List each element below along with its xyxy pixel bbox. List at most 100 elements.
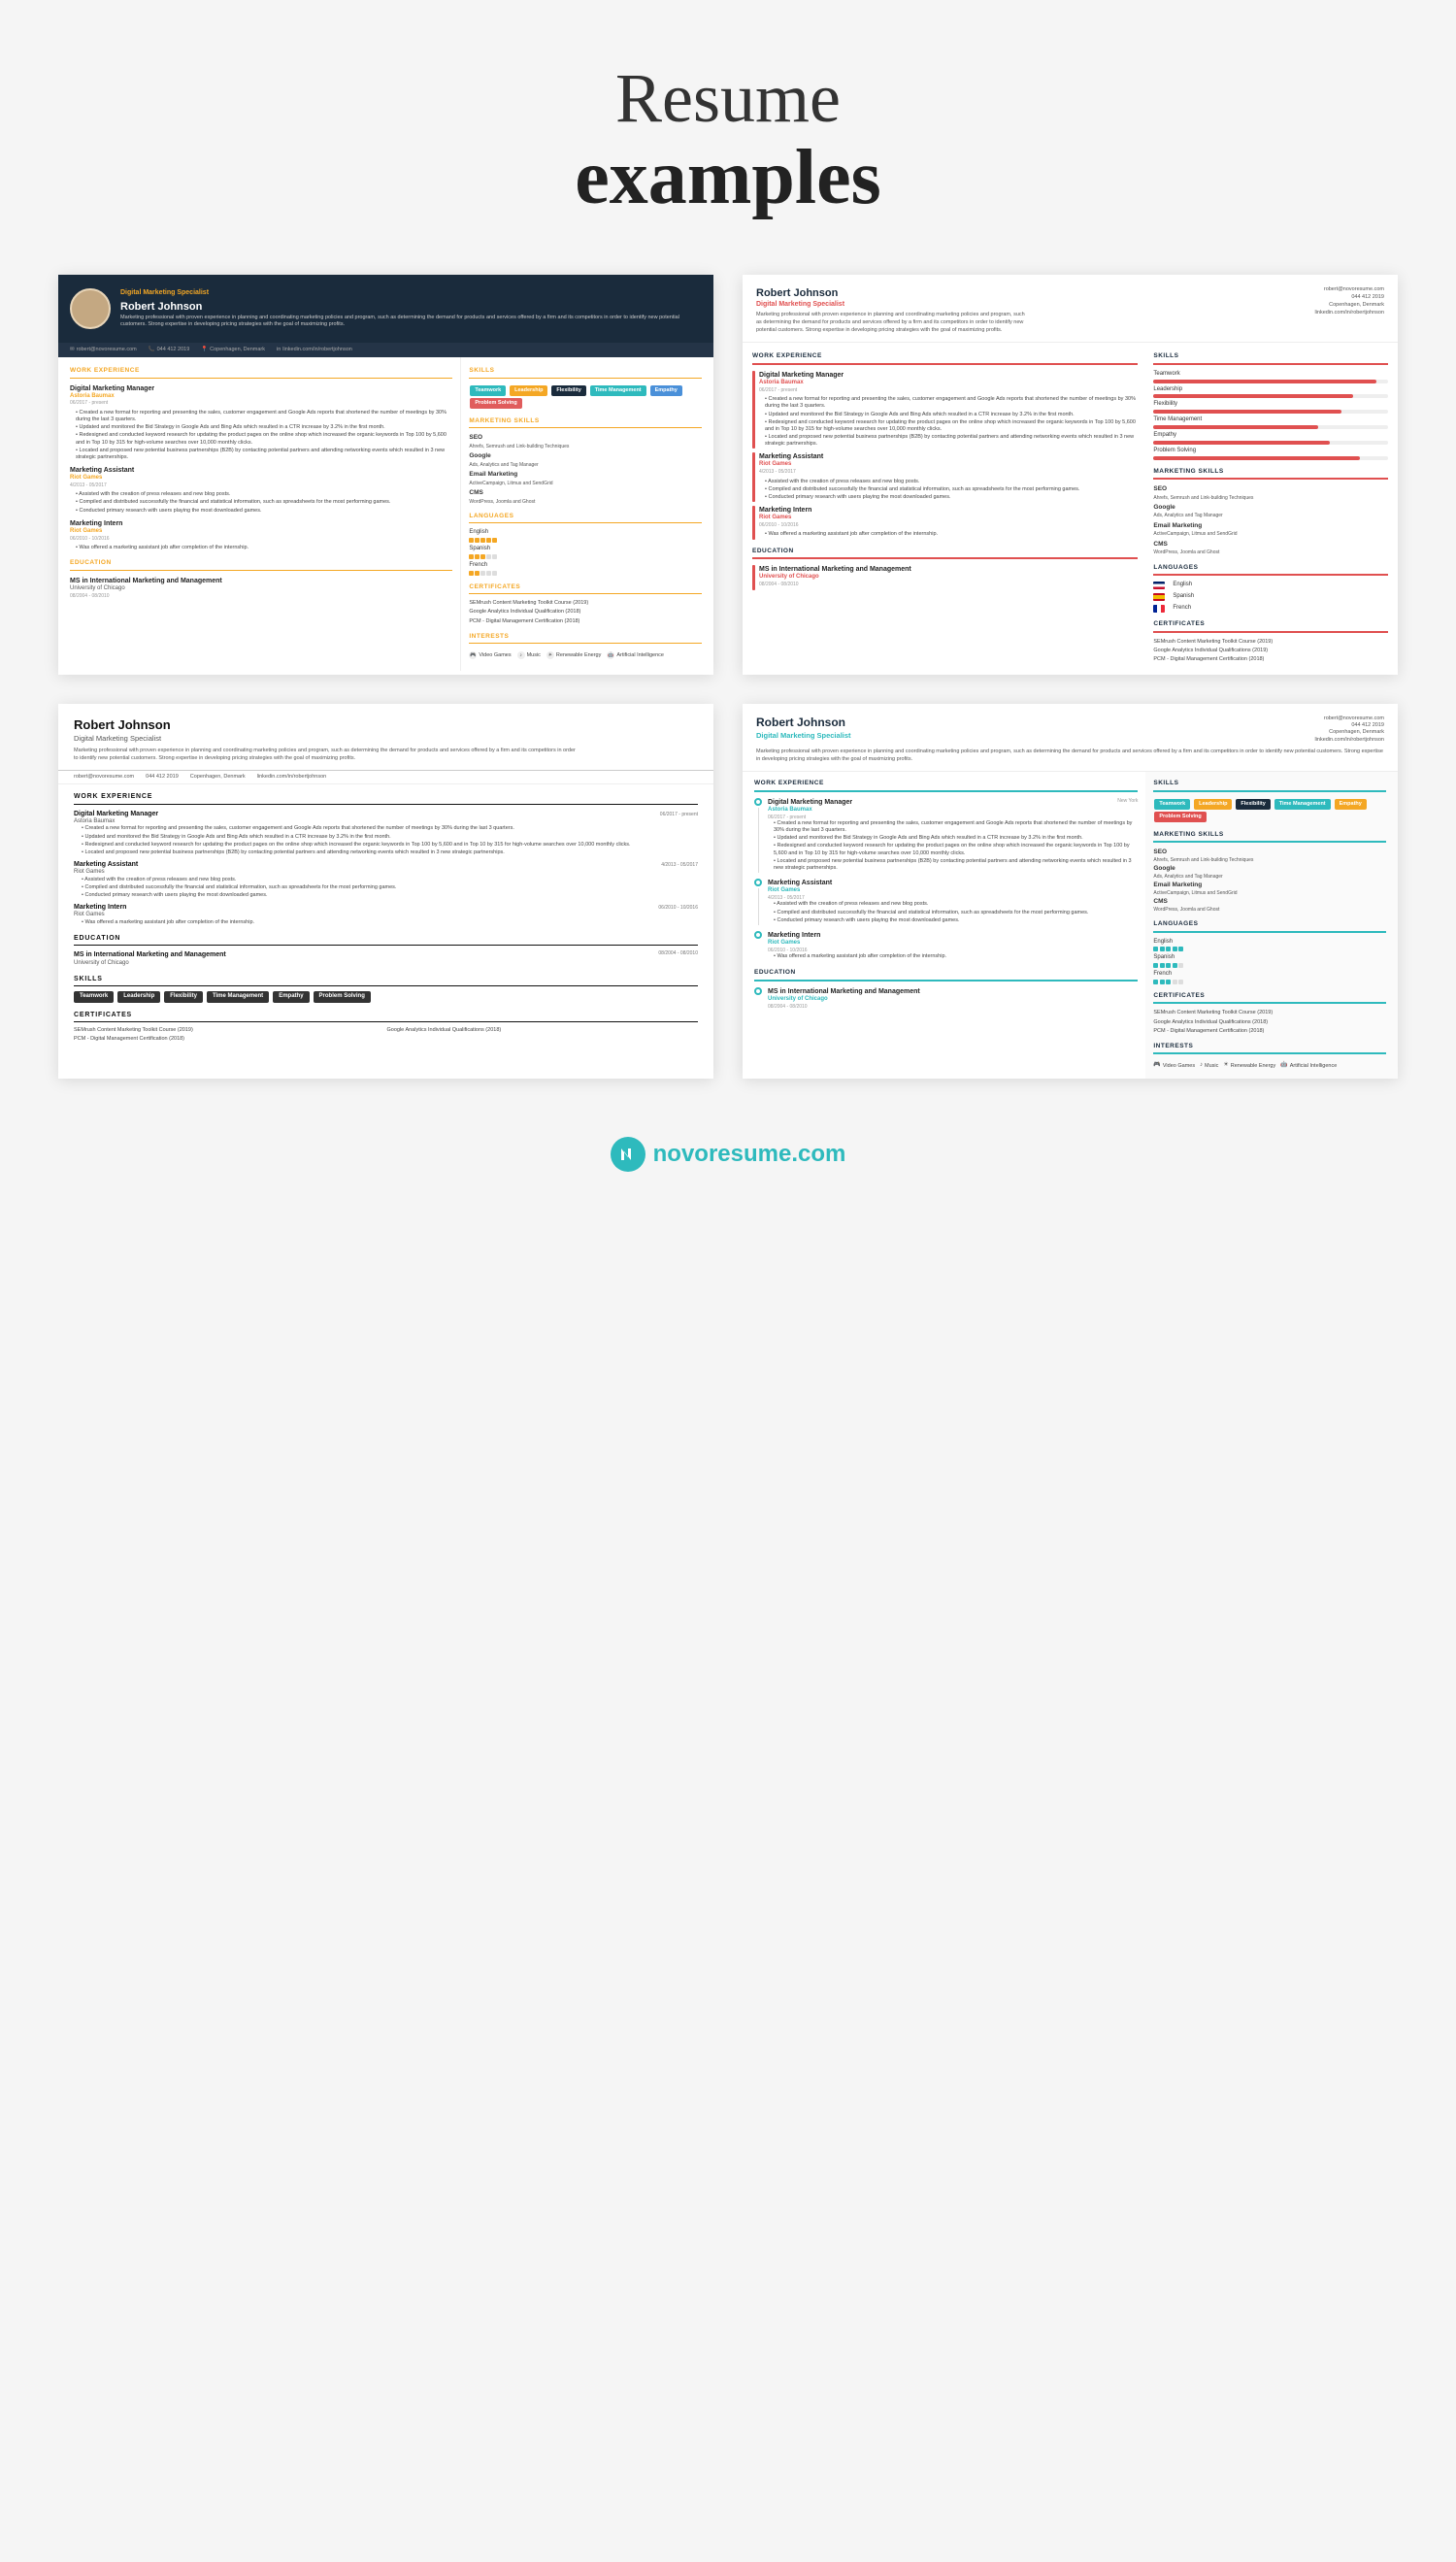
skill-tag-teamwork: Teamwork <box>470 385 506 396</box>
email-icon: ✉ robert@novoresume.com <box>70 347 137 353</box>
r4-interest-1: 🎮 Video Games <box>1153 1062 1195 1070</box>
job1-date: 06/2017 - present <box>70 400 452 407</box>
timeline-dot-3 <box>754 931 762 939</box>
location-icon: 📍 Copenhagen, Denmark <box>201 347 265 353</box>
job-accent-3 <box>752 506 755 540</box>
job-accent-2 <box>752 452 755 502</box>
resume4-mskills-title: MARKETING SKILLS <box>1153 831 1386 843</box>
job1-bullet3: Redesigned and conducted keyword researc… <box>70 432 452 446</box>
job3-date: 06/2010 - 10/2016 <box>70 536 452 543</box>
skill-tag-flexibility: Flexibility <box>551 385 585 396</box>
resume3-skill-tags: Teamwork Leadership Flexibility Time Man… <box>74 991 698 1003</box>
phone-icon: 📞 044 412 2019 <box>149 347 190 353</box>
job2-company: Riot Games <box>70 475 452 482</box>
resume3-name: Robert Johnson <box>74 717 698 734</box>
lang-french: French <box>469 562 702 576</box>
resume2-cert3: PCM - Digital Management Certification (… <box>1153 656 1388 663</box>
resume1-right: SKILLS Teamwork Leadership Flexibility T… <box>461 357 713 671</box>
job2-bullet1: Assisted with the creation of press rele… <box>70 491 452 498</box>
skills-title: SKILLS <box>469 367 702 378</box>
resume2-edu-row: MS in International Marketing and Manage… <box>752 565 1138 590</box>
resume4-langs-title: LANGUAGES <box>1153 920 1386 932</box>
job3-title: Marketing Intern <box>70 519 452 528</box>
resume2-cert2: Google Analytics Individual Qualificatio… <box>1153 648 1388 654</box>
edu-date: 08/2004 - 08/2010 <box>70 593 452 600</box>
resume4-header-left: Robert Johnson Digital Marketing Special… <box>756 715 851 744</box>
job3-note: Was offered a marketing assistant job af… <box>70 545 452 551</box>
resume3-contact: robert@novoresume.com 044 412 2019 Copen… <box>58 771 713 784</box>
resume1-left: WORK EXPERIENCE Digital Marketing Manage… <box>58 357 461 671</box>
title-resume: Resume <box>0 58 1456 139</box>
lang-english: English <box>469 529 702 543</box>
resume4-skills-title: SKILLS <box>1153 780 1386 791</box>
edu-school: University of Chicago <box>70 585 452 593</box>
resume2-location: Copenhagen, Denmark <box>1314 302 1384 309</box>
lang-spanish: Spanish <box>469 546 702 559</box>
r4-interest-2: ♪ Music <box>1200 1062 1218 1070</box>
resume4-edu-row: MS in International Marketing and Manage… <box>754 987 1138 1010</box>
interest-videogames: 🎮 Video Games <box>469 651 511 659</box>
linkedin-icon: in linkedin.com/in/robertjohnson <box>277 347 352 353</box>
r3-email: robert@novoresume.com <box>74 774 134 781</box>
resume-card-2: Robert Johnson Digital Marketing Special… <box>743 275 1398 675</box>
resume-grid: Digital Marketing Specialist Robert John… <box>0 255 1456 1098</box>
resume4-interests-container: 🎮 Video Games ♪ Music ☀ Renewable Energy… <box>1153 1060 1386 1071</box>
education-title: EDUCATION <box>70 559 452 570</box>
resume4-interests-title: INTERESTS <box>1153 1043 1386 1054</box>
r3-phone: 044 412 2019 <box>146 774 179 781</box>
flag-english <box>1153 582 1165 589</box>
resume4-left: WORK EXPERIENCE Digital Marketing Manage… <box>743 772 1145 1079</box>
mskills-title: MARKETING SKILLS <box>469 417 702 428</box>
mskill-google-sub: Ads, Analytics and Tag Manager <box>469 462 702 469</box>
skill-tag-empathy: Empathy <box>650 385 682 396</box>
job3-company: Riot Games <box>70 528 452 536</box>
resume4-name: Robert Johnson <box>756 715 851 731</box>
job2-bullet2: Compiled and distributed successfully th… <box>70 499 452 506</box>
resume4-edu-title: EDUCATION <box>754 969 1138 981</box>
resume2-desc: Marketing professional with proven exper… <box>756 312 1028 334</box>
resume1-contact: ✉ robert@novoresume.com 📞 044 412 2019 📍… <box>58 343 713 357</box>
resume2-job3: Marketing Intern Riot Games 06/2010 - 10… <box>752 506 1138 540</box>
resume1-desc: Marketing professional with proven exper… <box>120 315 702 329</box>
job1-bullet2: Updated and monitored the Bid Strategy i… <box>70 424 452 431</box>
lang-spanish-dots <box>469 554 702 559</box>
mskill-cms-sub: WordPress, Joomla and Ghost <box>469 499 702 506</box>
resume2-work-title: WORK EXPERIENCE <box>752 352 1138 364</box>
r3-linkedin: linkedin.com/in/robertjohnson <box>257 774 327 781</box>
timeline-dot-edu <box>754 987 762 995</box>
resume2-lang-es: Spanish <box>1153 593 1388 601</box>
work-experience-title: WORK EXPERIENCE <box>70 367 452 378</box>
resume1-subtitle: Digital Marketing Specialist <box>120 288 702 297</box>
interest-renewableenergy: ☀ Renewable Energy <box>546 651 601 659</box>
resume2-email-mktg: Email Marketing <box>1153 522 1388 530</box>
resume4-body: WORK EXPERIENCE Digital Marketing Manage… <box>743 772 1398 1079</box>
job1-title: Digital Marketing Manager <box>70 384 452 393</box>
mskill-cms: CMS <box>469 489 702 497</box>
avatar <box>70 288 111 329</box>
resume2-cms: CMS <box>1153 541 1388 549</box>
interests-title: INTERESTS <box>469 633 702 644</box>
resume3-edu-title: EDUCATION <box>74 934 698 946</box>
resume2-langs-title: LANGUAGES <box>1153 564 1388 576</box>
resume2-name: Robert Johnson <box>756 286 1028 300</box>
resume2-email: robert@novoresume.com <box>1314 286 1384 293</box>
skill-tag-timemanagement: Time Management <box>590 385 646 396</box>
footer-logo-text: novoresume.com <box>653 1141 846 1168</box>
resume4-job1: Digital Marketing Manager New York Astor… <box>754 798 1138 873</box>
resume2-linkedin: linkedin.com/in/robertjohnson <box>1314 310 1384 316</box>
job2-bullet3: Conducted primary research with users pl… <box>70 508 452 515</box>
mskill-email: Email Marketing <box>469 471 702 479</box>
edu-degree: MS in International Marketing and Manage… <box>70 577 452 585</box>
resume3-certs-title: CERTIFICATES <box>74 1011 698 1022</box>
resume1-body: WORK EXPERIENCE Digital Marketing Manage… <box>58 357 713 671</box>
skill-bar-teamwork: Teamwork <box>1153 371 1388 383</box>
resume2-job1: Digital Marketing Manager Astoria Baumax… <box>752 371 1138 449</box>
resume2-seo: SEO <box>1153 485 1388 493</box>
resume4-skill-tags: Teamwork Leadership Flexibility Time Man… <box>1153 798 1386 823</box>
interests-container: 🎮 Video Games ♪ Music ☀ Renewable Energy… <box>469 649 702 661</box>
resume3-certs-grid: SEMrush Content Marketing Toolkit Course… <box>74 1027 698 1043</box>
skill-bar-leadership: Leadership <box>1153 386 1388 399</box>
cert2: Google Analytics Individual Qualificatio… <box>469 609 702 616</box>
resume2-certs-title: CERTIFICATES <box>1153 620 1388 632</box>
resume2-phone: 044 412 2019 <box>1314 294 1384 301</box>
